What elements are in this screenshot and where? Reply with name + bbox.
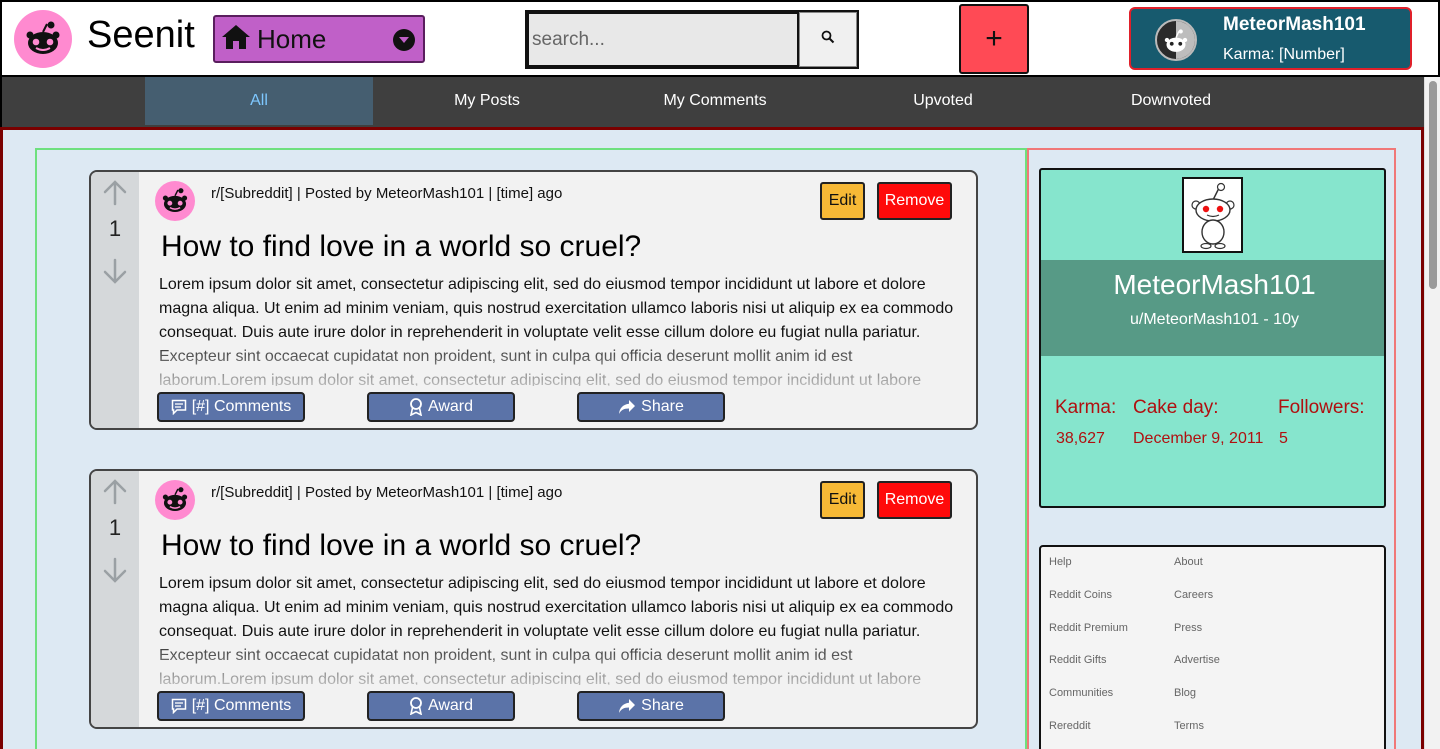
footer-link-reddit-premium[interactable]: Reddit Premium [1049,622,1128,634]
user-name: MeteorMash101 [1223,14,1366,35]
page-scrollbar[interactable] [1424,77,1440,749]
comments-label: [#] Comments [191,697,292,714]
award-icon [409,697,423,715]
search-input[interactable] [527,12,799,67]
footer-link-rereddit[interactable]: Rereddit [1049,720,1091,732]
post-meta: r/[Subreddit] | Posted by MeteorMash101 … [211,484,563,501]
arrow-up-icon[interactable] [102,479,128,505]
footer-link-advertise[interactable]: Advertise [1174,654,1220,666]
tab-all[interactable]: All [145,77,373,125]
post-title[interactable]: How to find love in a world so cruel? [161,230,641,264]
footer-link-blog[interactable]: Blog [1174,687,1196,699]
cakeday-value: December 9, 2011 [1133,430,1264,447]
cakeday-label: Cake day: [1133,397,1219,418]
footer-links: Help Reddit Coins Reddit Premium Reddit … [1039,545,1386,749]
subreddit-avatar-icon [155,480,195,520]
award-button[interactable]: Award [367,392,515,422]
search-icon [821,30,835,49]
share-label: Share [641,697,684,714]
home-icon [221,24,251,55]
footer-link-about[interactable]: About [1174,556,1203,568]
search-bar [525,10,859,69]
award-label: Award [427,398,474,415]
chevron-down-icon [393,29,415,51]
plus-icon: + [985,22,1003,55]
footer-link-reddit-coins[interactable]: Reddit Coins [1049,589,1112,601]
top-header: Seenit Home + [0,0,1440,77]
tab-upvoted[interactable]: Upvoted [829,77,1057,125]
post-title[interactable]: How to find love in a world so cruel? [161,529,641,563]
arrow-up-icon[interactable] [102,180,128,206]
home-dropdown[interactable]: Home [213,15,425,63]
user-menu[interactable]: MeteorMash101 Karma: [Number] [1129,7,1412,70]
main-content: 1 r/[Subreddit] | Posted by MeteorMash10… [0,127,1424,749]
user-karma: Karma: [Number] [1223,46,1345,63]
followers-label: Followers: [1278,397,1365,418]
karma-value: 38,627 [1056,430,1105,447]
post-feed: 1 r/[Subreddit] | Posted by MeteorMash10… [35,148,1027,749]
create-post-button[interactable]: + [959,4,1029,74]
post-body: Lorem ipsum dolor sit amet, consectetur … [159,276,954,386]
snoo-avatar-icon [1182,177,1243,253]
footer-link-communities[interactable]: Communities [1049,687,1113,699]
vote-count: 1 [108,515,122,540]
comments-button[interactable]: [#] Comments [157,691,305,721]
vote-column: 1 [91,471,139,727]
vote-column: 1 [91,172,139,428]
scrollbar-thumb[interactable] [1429,81,1437,289]
share-icon [619,400,636,414]
feed-tabs: All My Posts My Comments Upvoted Downvot… [0,77,1440,127]
vote-count: 1 [108,216,122,241]
share-button[interactable]: Share [577,691,725,721]
search-button[interactable] [799,12,857,67]
edit-button[interactable]: Edit [820,182,865,220]
footer-link-careers[interactable]: Careers [1174,589,1213,601]
tab-downvoted[interactable]: Downvoted [1057,77,1285,125]
post-card: 1 r/[Subreddit] | Posted by MeteorMash10… [89,469,978,729]
remove-button[interactable]: Remove [877,182,952,220]
comments-button[interactable]: [#] Comments [157,392,305,422]
comment-icon [171,399,186,415]
footer-link-help[interactable]: Help [1049,556,1072,568]
profile-sidebar: MeteorMash101 u/MeteorMash101 - 10y Karm… [1027,148,1396,749]
share-icon [619,699,636,713]
footer-link-press[interactable]: Press [1174,622,1202,634]
post-card: 1 r/[Subreddit] | Posted by MeteorMash10… [89,170,978,430]
profile-handle: u/MeteorMash101 - 10y [1130,311,1299,328]
share-button[interactable]: Share [577,392,725,422]
post-meta: r/[Subreddit] | Posted by MeteorMash101 … [211,185,563,202]
snoo-logo-icon[interactable] [14,10,72,68]
arrow-down-icon[interactable] [102,557,128,583]
footer-link-terms[interactable]: Terms [1174,720,1204,732]
home-dropdown-label: Home [257,23,327,54]
award-label: Award [427,697,474,714]
profile-card: MeteorMash101 u/MeteorMash101 - 10y Karm… [1039,168,1386,508]
award-icon [409,398,423,416]
footer-link-reddit-gifts[interactable]: Reddit Gifts [1049,654,1106,666]
comments-label: [#] Comments [191,398,292,415]
followers-value: 5 [1279,430,1288,447]
subreddit-avatar-icon [155,181,195,221]
karma-label: Karma: [1055,397,1117,418]
profile-name: MeteorMash101 [1113,269,1316,300]
comment-icon [171,698,186,714]
award-button[interactable]: Award [367,691,515,721]
edit-button[interactable]: Edit [820,481,865,519]
arrow-down-icon[interactable] [102,258,128,284]
profile-banner: MeteorMash101 u/MeteorMash101 - 10y [1041,260,1384,356]
snoo-avatar-icon [1155,19,1197,61]
brand-title[interactable]: Seenit [87,14,195,57]
post-body: Lorem ipsum dolor sit amet, consectetur … [159,575,954,685]
remove-button[interactable]: Remove [877,481,952,519]
tab-my-posts[interactable]: My Posts [373,77,601,125]
share-label: Share [641,398,684,415]
tab-my-comments[interactable]: My Comments [601,77,829,125]
